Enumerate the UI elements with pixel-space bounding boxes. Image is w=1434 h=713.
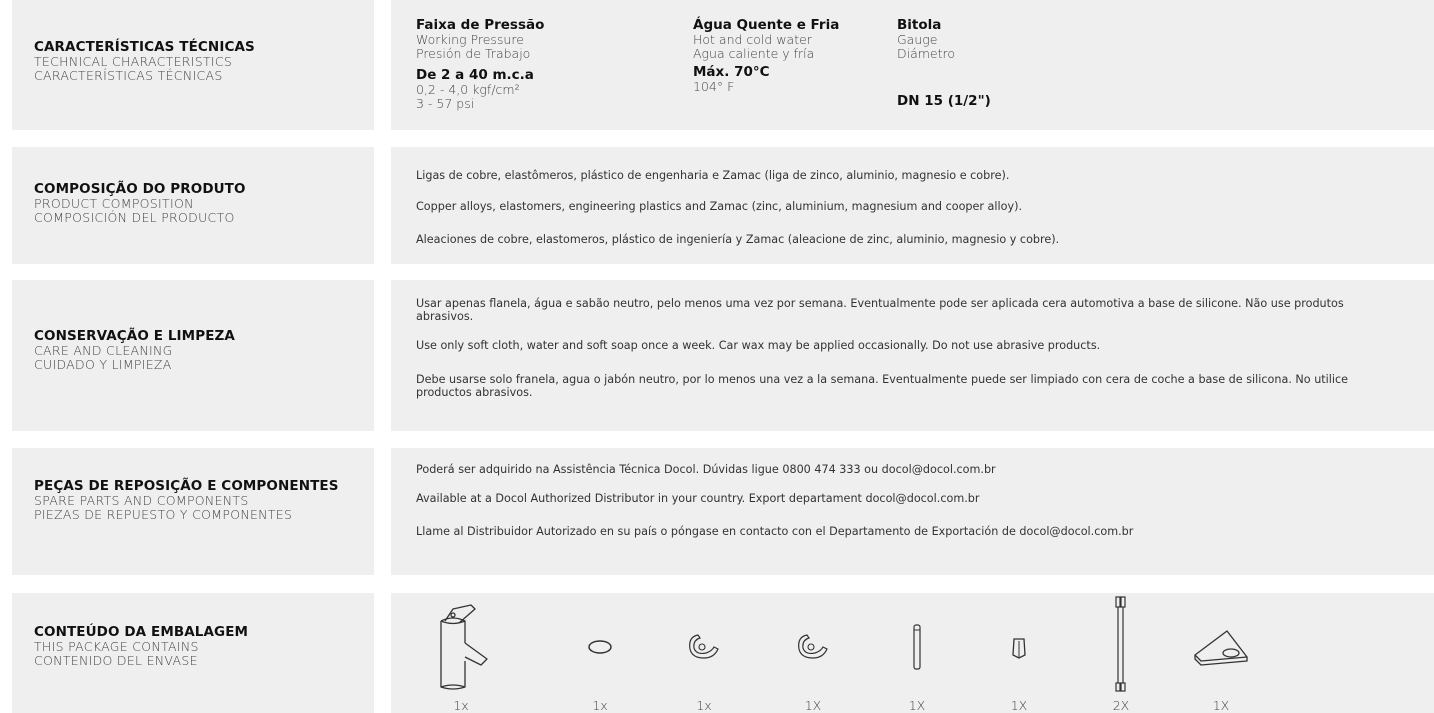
section-title-en: CARE AND CLEANING bbox=[34, 343, 173, 358]
section-title-pt: CONTEÚDO DA EMBALAGEM bbox=[34, 624, 249, 640]
mounting-bracket-icon bbox=[1194, 630, 1248, 666]
pressure-value-psi: 3 - 57 psi bbox=[416, 96, 475, 111]
package-item: 1x bbox=[416, 593, 506, 713]
pressure-heading: Faixa de Pressão bbox=[416, 17, 545, 33]
care-section-content: Usar apenas flanela, água e sabão neutro… bbox=[391, 280, 1434, 431]
composition-text-pt: Ligas de cobre, elastômeros, plástico de… bbox=[416, 169, 1010, 182]
gauge-value: DN 15 (1/2") bbox=[897, 93, 991, 109]
section-title-pt: PEÇAS DE REPOSIÇÃO E COMPONENTES bbox=[34, 478, 339, 494]
pin-icon bbox=[913, 624, 921, 670]
flexible-hose-icon bbox=[1115, 596, 1126, 692]
composition-section-label: COMPOSIÇÃO DO PRODUTO PRODUCT COMPOSITIO… bbox=[12, 147, 374, 264]
package-item: 1X bbox=[768, 593, 858, 713]
section-title-en: PRODUCT COMPOSITION bbox=[34, 196, 194, 211]
composition-text-es: Aleaciones de cobre, elastomeros, plásti… bbox=[416, 233, 1060, 246]
care-text-pt: Usar apenas flanela, água e sabão neutro… bbox=[416, 297, 1344, 323]
spare-section-content: Poderá ser adquirido na Assistência Técn… bbox=[391, 448, 1434, 575]
clip-icon bbox=[689, 634, 719, 659]
spare-text-en: Available at a Docol Authorized Distribu… bbox=[416, 492, 980, 505]
package-section-content: 1x 1x 1x 1X 1X 1X 2X 1X bbox=[391, 593, 1434, 713]
water-sub-es: Agua caliente y fría bbox=[693, 46, 815, 61]
item-qty: 2X bbox=[1112, 698, 1130, 713]
section-title-es: CARACTERÍSTICAS TÉCNICAS bbox=[34, 68, 223, 83]
section-title-en: THIS PACKAGE CONTAINS bbox=[34, 639, 199, 654]
technical-section-content: Faixa de Pressão Working Pressure Presió… bbox=[391, 0, 1434, 130]
package-item: 2X bbox=[1076, 593, 1166, 713]
section-title-pt: CARACTERÍSTICAS TÉCNICAS bbox=[34, 39, 255, 55]
pressure-sub-en: Working Pressure bbox=[416, 32, 524, 47]
gauge-spec: Bitola Gauge Diámetro DN 15 (1/2") bbox=[897, 18, 991, 109]
item-qty: 1X bbox=[1212, 698, 1230, 713]
section-title-es: CONTENIDO DEL ENVASE bbox=[34, 653, 198, 668]
spare-text-pt: Poderá ser adquirido na Assistência Técn… bbox=[416, 463, 996, 476]
o-ring-icon bbox=[588, 640, 612, 654]
water-heading: Água Quente e Fria bbox=[693, 17, 840, 33]
water-sub-en: Hot and cold water bbox=[693, 32, 812, 47]
pressure-spec: Faixa de Pressão Working Pressure Presió… bbox=[416, 18, 544, 111]
spare-section-label: PEÇAS DE REPOSIÇÃO E COMPONENTES SPARE P… bbox=[12, 448, 374, 575]
section-title-es: CUIDADO Y LIMPIEZA bbox=[34, 357, 172, 372]
care-text-en: Use only soft cloth, water and soft soap… bbox=[416, 339, 1101, 352]
faucet-icon bbox=[440, 604, 488, 690]
water-value: Máx. 70°C bbox=[693, 64, 770, 80]
item-qty: 1x bbox=[592, 698, 608, 713]
item-qty: 1X bbox=[1010, 698, 1028, 713]
item-qty: 1X bbox=[804, 698, 822, 713]
package-item: 1x bbox=[555, 593, 645, 713]
pressure-value-kgf: 0,2 - 4,0 kgf/cm² bbox=[416, 82, 520, 97]
water-value-f: 104° F bbox=[693, 79, 735, 94]
item-qty: 1x bbox=[696, 698, 712, 713]
item-qty: 1X bbox=[908, 698, 926, 713]
section-title-en: TECHNICAL CHARACTERISTICS bbox=[34, 54, 233, 69]
section-title-pt: CONSERVAÇÃO E LIMPEZA bbox=[34, 328, 235, 344]
section-title-es: COMPOSICIÓN DEL PRODUCTO bbox=[34, 210, 235, 225]
section-title-en: SPARE PARTS AND COMPONENTS bbox=[34, 493, 249, 508]
gauge-sub-es: Diámetro bbox=[897, 46, 956, 61]
gauge-heading: Bitola bbox=[897, 17, 942, 33]
package-item: 1x bbox=[659, 593, 749, 713]
nut-icon bbox=[1012, 638, 1026, 659]
package-item: 1X bbox=[974, 593, 1064, 713]
composition-section-content: Ligas de cobre, elastômeros, plástico de… bbox=[391, 147, 1434, 264]
item-qty: 1x bbox=[453, 698, 469, 713]
care-section-label: CONSERVAÇÃO E LIMPEZA CARE AND CLEANING … bbox=[12, 280, 374, 431]
water-spec: Água Quente e Fria Hot and cold water Ag… bbox=[693, 18, 839, 94]
section-title-es: PIEZAS DE REPUESTO Y COMPONENTES bbox=[34, 507, 293, 522]
spare-text-es: Llame al Distribuidor Autorizado en su p… bbox=[416, 525, 1134, 538]
pressure-sub-es: Presión de Trabajo bbox=[416, 46, 531, 61]
section-title-pt: COMPOSIÇÃO DO PRODUTO bbox=[34, 181, 246, 197]
package-item: 1X bbox=[872, 593, 962, 713]
care-text-es: Debe usarse solo franela, agua o jabón n… bbox=[416, 373, 1349, 399]
package-section-label: CONTEÚDO DA EMBALAGEM THIS PACKAGE CONTA… bbox=[12, 593, 374, 713]
technical-section-label: CARACTERÍSTICAS TÉCNICAS TECHNICAL CHARA… bbox=[12, 0, 374, 130]
package-item: 1X bbox=[1176, 593, 1266, 713]
gauge-sub-en: Gauge bbox=[897, 32, 938, 47]
pressure-value: De 2 a 40 m.c.a bbox=[416, 67, 534, 83]
clip-icon bbox=[798, 634, 828, 659]
composition-text-en: Copper alloys, elastomers, engineering p… bbox=[416, 200, 1023, 213]
